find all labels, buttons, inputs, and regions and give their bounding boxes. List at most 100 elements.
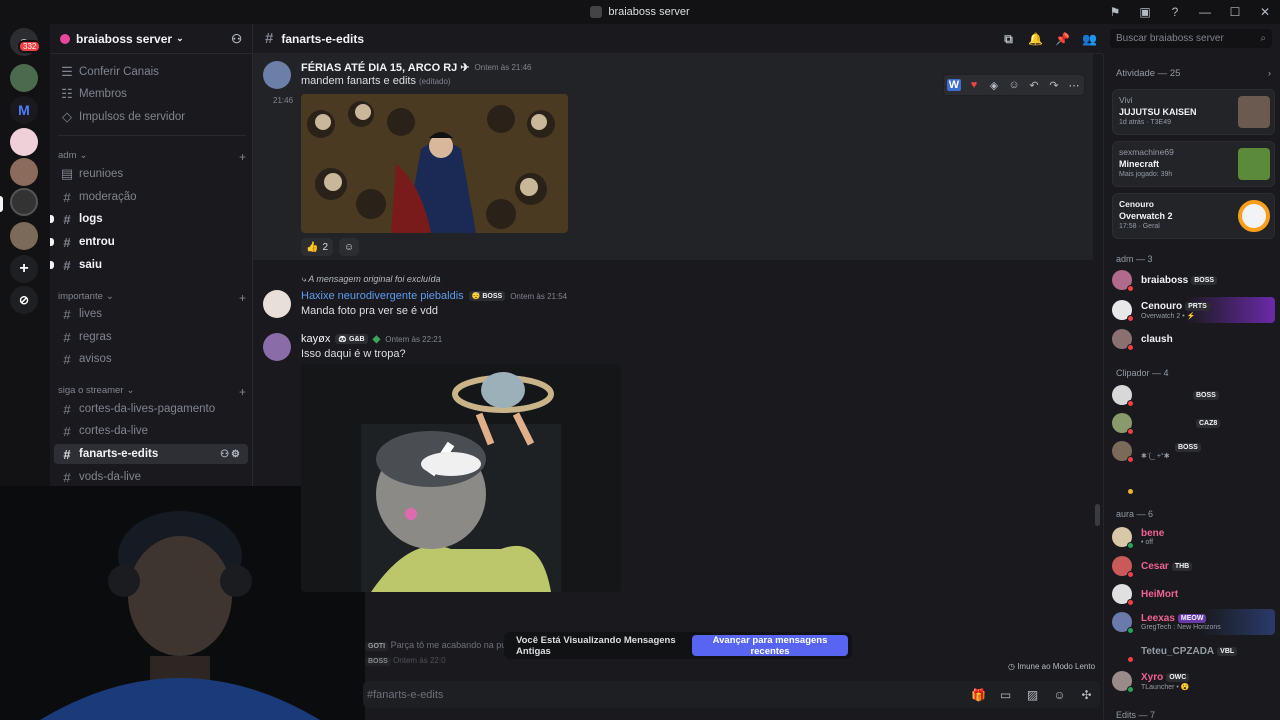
close-button[interactable]: ✕ [1250, 0, 1280, 24]
channel-lives[interactable]: # lives [54, 304, 248, 324]
avatar[interactable] [263, 290, 291, 318]
channel-saiu[interactable]: # saiu [50, 255, 248, 275]
channel-regras[interactable]: # regras [54, 327, 248, 347]
author-name[interactable]: kayøx [301, 333, 330, 345]
category-siga-o-streamer[interactable]: siga o streamer ⌄ + [58, 385, 246, 399]
add-reaction-icon[interactable]: ☺ [1004, 79, 1024, 91]
avatar[interactable] [263, 333, 291, 361]
screen-icon[interactable]: ▣ [1130, 0, 1160, 24]
add-channel-icon[interactable]: + [239, 150, 246, 164]
reply-reference[interactable]: ⤷ A mensagem original foi excluída [301, 274, 440, 285]
search-input[interactable]: Buscar braiaboss server ⌕ [1110, 29, 1272, 48]
server-icon-m[interactable]: M [10, 96, 38, 124]
channel-vods-da-live[interactable]: # vods-da-live [54, 467, 248, 487]
activity-header[interactable]: Atividade — 25 › [1116, 68, 1271, 79]
sidebar-item-boosts[interactable]: ◇ Impulsos de servidor [54, 107, 248, 127]
channel-logs[interactable]: # logs [50, 209, 248, 229]
pin-icon[interactable]: 📌 [1049, 32, 1076, 46]
gif-icon[interactable]: ▭ [992, 688, 1019, 702]
minimize-button[interactable]: — [1190, 0, 1220, 24]
timestamp: Ontem às 21:46 [474, 63, 532, 72]
gift-icon[interactable]: 🎁 [965, 688, 992, 702]
member-item[interactable]: Cenouro PRTS Overwatch 2 • ⚡ [1112, 297, 1275, 323]
member-item[interactable]: BOSS ✱ᐝ(_ +°✱ [1112, 438, 1275, 464]
edit-image [301, 364, 621, 592]
timestamp: Ontem às 22:21 [385, 334, 443, 344]
member-item[interactable] [1112, 470, 1275, 496]
author-name[interactable]: Haxixe neurodivergente piebaldis [301, 290, 464, 302]
role-tag: BOSS [365, 657, 391, 666]
server-icon-4[interactable] [10, 222, 38, 250]
image-attachment[interactable] [301, 94, 568, 233]
category-adm[interactable]: adm ⌄ + [58, 150, 246, 164]
jump-to-present-button[interactable]: Avançar para mensagens recentes [692, 635, 848, 657]
add-channel-icon[interactable]: + [239, 385, 246, 399]
add-channel-icon[interactable]: + [239, 291, 246, 305]
forward-icon[interactable]: ↷ [1044, 79, 1064, 92]
activity-card[interactable]: Cenouro Overwatch 2 17:58 · Geral [1112, 193, 1275, 239]
channel-entrou[interactable]: # entrou [50, 232, 248, 252]
member-item[interactable]: CAZ8 [1112, 410, 1275, 436]
chat-scrollbar[interactable] [1095, 504, 1100, 526]
message-partial-meta: BOSS Ontem às 22:0 [365, 656, 446, 666]
image-attachment[interactable] [301, 364, 621, 592]
help-icon[interactable]: ? [1160, 0, 1190, 24]
member-status: TLauncher • 😮 [1141, 683, 1190, 691]
activity-card[interactable]: sexmachine69 Minecraft Mais jogado: 39h [1112, 141, 1275, 187]
category-label: siga o streamer [58, 385, 124, 396]
threads-icon[interactable]: ⧉ [995, 32, 1022, 47]
member-item[interactable]: Xyro OWC TLauncher • 😮 [1112, 668, 1275, 694]
message-input-placeholder: #fanarts-e-edits [367, 688, 444, 701]
member-item[interactable]: HeiMort [1112, 581, 1275, 607]
emoji-icon[interactable]: ☺ [1046, 688, 1073, 702]
server-icon-1[interactable] [10, 64, 38, 92]
channel-settings-icon[interactable]: ⚇⚙ [220, 449, 242, 460]
message-input[interactable]: #fanarts-e-edits 🎁 ▭ ▨ ☺ ✣ [363, 681, 1100, 708]
member-item[interactable]: Teteu_CPZADA VBL [1112, 638, 1275, 664]
activity-card[interactable]: Vivi JUJUTSU KAISEN 1d atrás · T3E49 [1112, 89, 1275, 135]
member-item[interactable]: BOSS [1112, 382, 1275, 408]
author-name[interactable]: FÉRIAS ATÉ DIA 15, ARCO RJ ✈ [301, 61, 470, 74]
category-importante[interactable]: importante ⌄ + [58, 291, 246, 305]
server-header[interactable]: braiaboss server ⌄ ⚇ [50, 24, 252, 54]
member-item[interactable]: Leexas MEOW GregTech : New Horizons [1112, 609, 1275, 635]
inbox-icon[interactable]: ⚑ [1100, 0, 1130, 24]
sticker-icon[interactable]: ▨ [1019, 688, 1046, 702]
status-dnd [1127, 315, 1134, 322]
channel-cortes-pagamento[interactable]: # cortes-da-lives-pagamento [54, 399, 248, 419]
member-name: Teteu_CPZADA [1141, 645, 1215, 657]
member-item[interactable]: claush [1112, 326, 1275, 352]
bell-icon[interactable]: 🔔 [1022, 32, 1049, 46]
avatar[interactable] [263, 61, 291, 89]
more-icon[interactable]: ⋯ [1064, 79, 1084, 92]
custom-reaction-icon[interactable]: ◈ [984, 79, 1004, 92]
channel-avisos[interactable]: # avisos [54, 349, 248, 369]
sidebar-item-members[interactable]: ☷ Membros [54, 84, 248, 104]
channel-moderacao[interactable]: # moderação [54, 187, 248, 207]
member-item[interactable]: bene • off [1112, 524, 1275, 550]
status-idle [1127, 488, 1134, 495]
discover-icon[interactable]: ⊘ [10, 286, 38, 314]
server-icon-2[interactable] [10, 128, 38, 156]
reply-icon[interactable]: ↶ [1024, 79, 1044, 92]
maximize-button[interactable]: ☐ [1220, 0, 1250, 24]
invite-icon[interactable]: ⚇ [231, 32, 242, 46]
channel-reunioes[interactable]: ▤ reunioes [54, 164, 248, 184]
avatar [1112, 556, 1134, 578]
heart-reaction-icon[interactable]: ♥ [964, 79, 984, 91]
sidebar-item-browse[interactable]: ☰ Conferir Canais [54, 62, 248, 82]
apps-icon[interactable]: ✣ [1073, 688, 1100, 702]
member-item[interactable]: braiaboss BOSS [1112, 267, 1275, 293]
slowmode-notice: ◷ Imune ao Modo Lento [1008, 662, 1095, 671]
server-icon-3[interactable] [10, 158, 38, 186]
member-item[interactable]: Cesar THB [1112, 553, 1275, 579]
server-icon-active[interactable] [10, 188, 38, 216]
reaction-thumbs-up[interactable]: 👍 2 [301, 238, 334, 256]
add-server-icon[interactable]: + [10, 255, 38, 283]
channel-fanarts-e-edits[interactable]: # fanarts-e-edits ⚇⚙ [54, 444, 248, 464]
member-list-icon[interactable]: 👥 [1076, 32, 1103, 46]
word-reaction-icon[interactable]: W [947, 79, 961, 91]
member-name: HeiMort [1141, 588, 1179, 600]
add-reaction-button[interactable]: ☺ [339, 238, 359, 256]
channel-cortes-da-live[interactable]: # cortes-da-live [54, 421, 248, 441]
